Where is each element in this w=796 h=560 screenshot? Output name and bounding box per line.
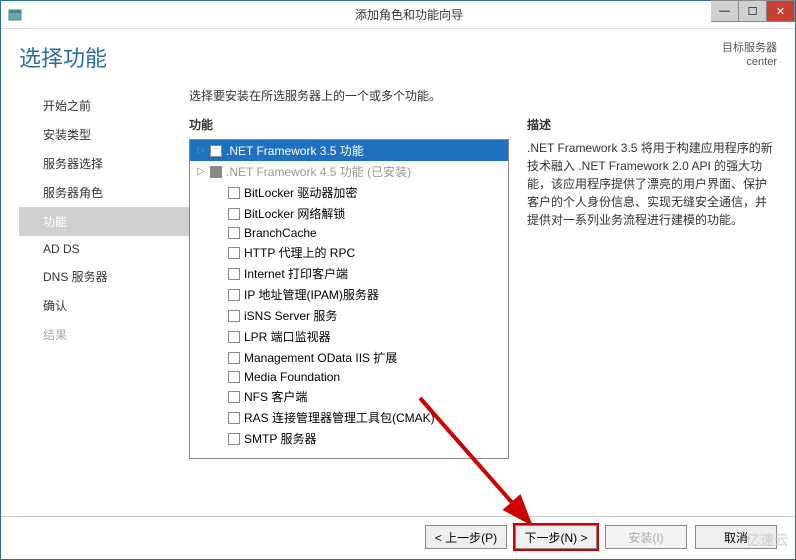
feature-label: .NET Framework 4.5 功能 (已安装) [226, 163, 504, 180]
checkbox-icon[interactable] [210, 145, 222, 157]
checkbox-icon[interactable] [228, 310, 240, 322]
feature-row-4[interactable]: BranchCache [190, 224, 508, 242]
sidebar-item-1[interactable]: 安装类型 [19, 120, 189, 149]
spacer [196, 332, 206, 342]
sidebar-item-8: 结果 [19, 320, 189, 349]
titlebar: 添加角色和功能向导 — ☐ ✕ [1, 1, 795, 29]
feature-row-11[interactable]: Media Foundation [190, 368, 508, 386]
description-label: 描述 [527, 116, 777, 133]
checkbox-icon[interactable] [210, 166, 222, 178]
feature-row-1[interactable]: ▷ .NET Framework 4.5 功能 (已安装) [190, 161, 508, 182]
feature-label: IP 地址管理(IPAM)服务器 [244, 286, 504, 303]
panels: 功能 ▷ .NET Framework 3.5 功能 ▷ .NET Framework… [189, 116, 777, 508]
features-label: 功能 [189, 116, 509, 133]
checkbox-icon[interactable] [228, 433, 240, 445]
app-icon [7, 7, 23, 23]
feature-label: .NET Framework 3.5 功能 [226, 142, 504, 159]
maximize-button[interactable]: ☐ [739, 0, 767, 22]
window-controls: — ☐ ✕ [711, 0, 795, 22]
expand-icon[interactable]: ▷ [196, 146, 206, 156]
feature-label: iSNS Server 服务 [244, 307, 504, 324]
feature-row-14[interactable]: SMTP 服务器 [190, 428, 508, 449]
spacer [196, 209, 206, 219]
install-button[interactable]: 安装(I) [605, 525, 687, 549]
body-area: 选择功能 目标服务器 center 开始之前安装类型服务器选择服务器角色功能AD… [1, 29, 795, 516]
destination-label: 目标服务器 [722, 41, 777, 55]
feature-row-7[interactable]: IP 地址管理(IPAM)服务器 [190, 284, 508, 305]
spacer [196, 188, 206, 198]
feature-label: Management OData IIS 扩展 [244, 349, 504, 366]
spacer [196, 413, 206, 423]
window-title: 添加角色和功能向导 [23, 6, 795, 23]
checkbox-icon[interactable] [228, 247, 240, 259]
checkbox-icon[interactable] [228, 289, 240, 301]
checkbox-icon[interactable] [228, 331, 240, 343]
feature-label: BitLocker 驱动器加密 [244, 184, 504, 201]
feature-row-5[interactable]: HTTP 代理上的 RPC [190, 242, 508, 263]
description-text: .NET Framework 3.5 将用于构建应用程序的新技术融入 .NET … [527, 139, 777, 229]
feature-label: SMTP 服务器 [244, 430, 504, 447]
sidebar-item-2[interactable]: 服务器选择 [19, 149, 189, 178]
feature-label: Media Foundation [244, 370, 504, 384]
sidebar-item-5[interactable]: AD DS [19, 236, 189, 262]
checkbox-icon[interactable] [228, 352, 240, 364]
watermark: 亿速云 [746, 530, 788, 550]
feature-label: BranchCache [244, 226, 504, 240]
spacer [196, 269, 206, 279]
destination-value: center [722, 55, 777, 69]
content-row: 开始之前安装类型服务器选择服务器角色功能AD DSDNS 服务器确认结果 选择要… [19, 87, 777, 508]
close-button[interactable]: ✕ [767, 0, 795, 22]
spacer [196, 434, 206, 444]
features-listbox[interactable]: ▷ .NET Framework 3.5 功能 ▷ .NET Framework 4.… [189, 139, 509, 459]
feature-label: HTTP 代理上的 RPC [244, 244, 504, 261]
feature-label: RAS 连接管理器管理工具包(CMAK) [244, 409, 504, 426]
minimize-button[interactable]: — [711, 0, 739, 22]
previous-button[interactable]: < 上一步(P) [425, 525, 507, 549]
feature-label: LPR 端口监视器 [244, 328, 504, 345]
sidebar-item-3[interactable]: 服务器角色 [19, 178, 189, 207]
checkbox-icon[interactable] [228, 187, 240, 199]
spacer [196, 248, 206, 258]
sidebar-item-4[interactable]: 功能 [19, 207, 189, 236]
description-panel: 描述 .NET Framework 3.5 将用于构建应用程序的新技术融入 .N… [527, 116, 777, 508]
spacer [196, 290, 206, 300]
feature-label: Internet 打印客户端 [244, 265, 504, 282]
checkbox-icon[interactable] [228, 412, 240, 424]
features-panel: 功能 ▷ .NET Framework 3.5 功能 ▷ .NET Framework… [189, 116, 509, 508]
checkbox-icon[interactable] [228, 227, 240, 239]
feature-row-10[interactable]: Management OData IIS 扩展 [190, 347, 508, 368]
expand-icon[interactable]: ▷ [196, 167, 206, 177]
feature-row-9[interactable]: LPR 端口监视器 [190, 326, 508, 347]
footer: < 上一步(P) 下一步(N) > 安装(I) 取消 [1, 516, 795, 559]
feature-row-8[interactable]: iSNS Server 服务 [190, 305, 508, 326]
sidebar-item-0[interactable]: 开始之前 [19, 91, 189, 120]
spacer [196, 228, 206, 238]
spacer [196, 353, 206, 363]
header-row: 选择功能 目标服务器 center [19, 41, 777, 73]
feature-row-13[interactable]: RAS 连接管理器管理工具包(CMAK) [190, 407, 508, 428]
checkbox-icon[interactable] [228, 268, 240, 280]
spacer [196, 311, 206, 321]
feature-row-0[interactable]: ▷ .NET Framework 3.5 功能 [190, 140, 508, 161]
checkbox-icon[interactable] [228, 391, 240, 403]
next-button[interactable]: 下一步(N) > [515, 525, 597, 549]
feature-row-3[interactable]: BitLocker 网络解锁 [190, 203, 508, 224]
feature-row-6[interactable]: Internet 打印客户端 [190, 263, 508, 284]
spacer [196, 372, 206, 382]
feature-row-12[interactable]: NFS 客户端 [190, 386, 508, 407]
sidebar: 开始之前安装类型服务器选择服务器角色功能AD DSDNS 服务器确认结果 [19, 87, 189, 508]
spacer [196, 392, 206, 402]
sidebar-item-6[interactable]: DNS 服务器 [19, 262, 189, 291]
destination-box: 目标服务器 center [722, 41, 777, 73]
feature-label: NFS 客户端 [244, 388, 504, 405]
feature-row-2[interactable]: BitLocker 驱动器加密 [190, 182, 508, 203]
feature-label: BitLocker 网络解锁 [244, 205, 504, 222]
sidebar-item-7[interactable]: 确认 [19, 291, 189, 320]
checkbox-icon[interactable] [228, 208, 240, 220]
page-title: 选择功能 [19, 41, 107, 73]
main-panel: 选择要安装在所选服务器上的一个或多个功能。 功能 ▷ .NET Framework… [189, 87, 777, 508]
instruction-text: 选择要安装在所选服务器上的一个或多个功能。 [189, 87, 777, 104]
checkbox-icon[interactable] [228, 371, 240, 383]
wizard-window: 添加角色和功能向导 — ☐ ✕ 选择功能 目标服务器 center 开始之前安装… [0, 0, 796, 560]
